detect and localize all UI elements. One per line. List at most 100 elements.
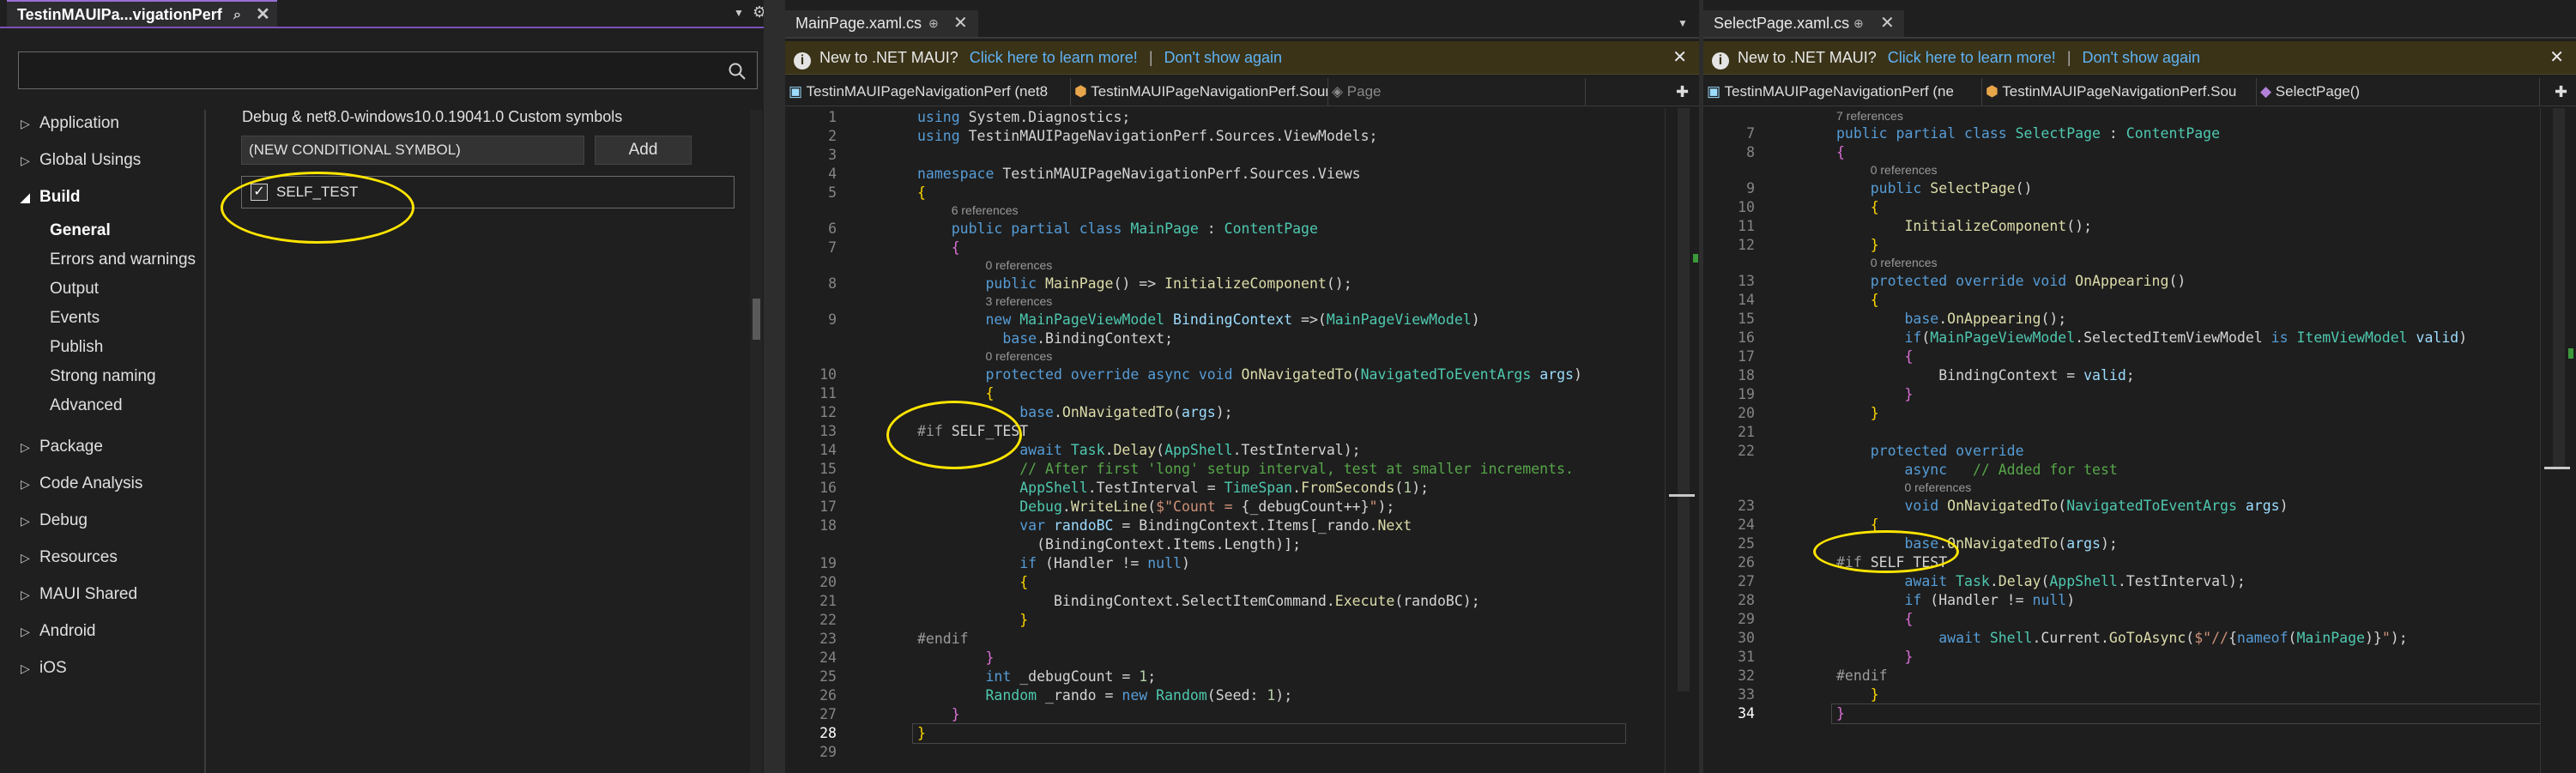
code-line[interactable]: public MainPage() => InitializeComponent…: [917, 275, 1351, 293]
code-line[interactable]: InitializeComponent();: [1836, 217, 2092, 236]
code-line[interactable]: {: [1836, 291, 1879, 310]
codelens-references[interactable]: 0 references: [985, 257, 1052, 274]
new-symbol-input[interactable]: (NEW CONDITIONAL SYMBOL): [241, 136, 584, 165]
split-icon[interactable]: ✚: [2555, 78, 2567, 106]
code-line[interactable]: new MainPageViewModel BindingContext =>(…: [917, 311, 1479, 329]
code-line[interactable]: }: [1836, 648, 1913, 667]
code-line[interactable]: public partial class MainPage : ContentP…: [917, 220, 1318, 239]
code-line[interactable]: async // Added for test: [1836, 461, 2117, 480]
code-line[interactable]: {: [917, 184, 926, 202]
code-line[interactable]: if (Handler != null): [917, 554, 1190, 573]
nav-item-application[interactable]: ▷ Application: [21, 114, 119, 133]
nav-item-package[interactable]: ▷ Package: [21, 438, 103, 456]
close-icon[interactable]: ✕: [953, 10, 968, 37]
code-line[interactable]: base.BindingContext;: [917, 329, 1173, 348]
add-symbol-button[interactable]: Add: [595, 136, 692, 165]
nav-item-resources[interactable]: ▷ Resources: [21, 548, 118, 567]
code-line[interactable]: {: [917, 239, 960, 257]
dont-show-again-link[interactable]: Don't show again: [1164, 49, 1283, 66]
close-icon[interactable]: ✕: [256, 2, 270, 28]
code-line[interactable]: protected override void OnAppearing(): [1836, 272, 2186, 291]
expand-chevron-icon[interactable]: ▷: [21, 440, 39, 455]
member-dropdown[interactable]: ◆ SelectPage(): [2257, 78, 2540, 106]
code-line[interactable]: (BindingContext.Items.Length)];: [917, 535, 1301, 554]
code-line[interactable]: }: [1836, 685, 1879, 704]
close-icon[interactable]: ✕: [1672, 41, 1687, 74]
pin-icon[interactable]: ⌕: [233, 2, 241, 28]
type-dropdown[interactable]: ⬢ TestinMAUIPageNavigationPerf.Sou: [1982, 78, 2257, 106]
code-line[interactable]: BindingContext = valid;: [1836, 366, 2135, 385]
codelens-references[interactable]: 0 references: [1871, 161, 1938, 178]
nav-item-general[interactable]: General: [50, 221, 111, 240]
codelens-references[interactable]: 3 references: [985, 293, 1052, 310]
expand-chevron-icon[interactable]: ▷: [21, 625, 39, 639]
code-line[interactable]: using TestinMAUIPageNavigationPerf.Sourc…: [917, 127, 1377, 146]
nav-item-events[interactable]: Events: [50, 309, 100, 328]
code-line[interactable]: #endif: [917, 630, 969, 649]
vertical-scrollbar[interactable]: [1665, 108, 1700, 773]
scrollbar-thumb[interactable]: [753, 299, 760, 340]
panel-scrollbar[interactable]: [750, 110, 762, 773]
tab-project-properties[interactable]: TestinMAUIPa...vigationPerf ⌕ ✕: [7, 0, 277, 27]
code-line[interactable]: if (Handler != null): [1836, 591, 2075, 610]
nav-item-build[interactable]: ◢ Build: [21, 188, 81, 207]
nav-item-global-usings[interactable]: ▷ Global Usings: [21, 151, 141, 170]
code-line[interactable]: #endif: [1836, 667, 1888, 685]
expand-chevron-icon[interactable]: ▷: [21, 154, 39, 168]
expand-chevron-icon[interactable]: ▷: [21, 588, 39, 602]
tab-overflow-dropdown-icon[interactable]: ▼: [1678, 17, 1688, 29]
nav-item-errors-warnings[interactable]: Errors and warnings: [50, 251, 196, 269]
learn-more-link[interactable]: Click here to learn more!: [970, 49, 1138, 66]
codelens-references[interactable]: 0 references: [1871, 254, 1938, 271]
close-icon[interactable]: ✕: [2549, 41, 2564, 74]
tab-mainpage[interactable]: MainPage.xaml.cs ⊕ ✕: [785, 10, 978, 37]
code-line[interactable]: {: [917, 573, 1028, 592]
codelens-references[interactable]: 6 references: [952, 202, 1019, 219]
code-line[interactable]: BindingContext.SelectItemCommand.Execute…: [917, 592, 1480, 611]
code-area[interactable]: 7 references 7 public partial class Select…: [1703, 108, 2545, 773]
code-line[interactable]: }: [1836, 385, 1913, 404]
code-line[interactable]: public SelectPage(): [1836, 179, 2033, 198]
code-line[interactable]: public partial class SelectPage : Conten…: [1836, 124, 2220, 143]
nav-item-publish[interactable]: Publish: [50, 338, 103, 357]
tab-selectpage[interactable]: SelectPage.xaml.cs ⊕ ✕: [1703, 10, 1904, 37]
preview-tab-icon[interactable]: ⊕: [1853, 10, 1864, 37]
close-icon[interactable]: ✕: [1880, 10, 1895, 37]
project-dropdown[interactable]: ▣ TestinMAUIPageNavigationPerf (ne: [1703, 78, 1982, 106]
code-line[interactable]: protected override async void OnNavigate…: [917, 365, 1581, 384]
nav-item-code-analysis[interactable]: ▷ Code Analysis: [21, 474, 142, 493]
tab-overflow-dropdown-icon[interactable]: ▼: [734, 7, 744, 19]
code-line[interactable]: protected override: [1836, 442, 2024, 461]
code-line[interactable]: int _debugCount = 1;: [917, 667, 1156, 686]
code-line[interactable]: }: [1836, 404, 1879, 423]
code-line[interactable]: if(MainPageViewModel.SelectedItemViewMod…: [1836, 329, 2467, 347]
codelens-references[interactable]: 0 references: [985, 347, 1052, 365]
code-line[interactable]: }: [917, 611, 1028, 630]
expand-chevron-icon[interactable]: ▷: [21, 117, 39, 131]
search-box[interactable]: [18, 51, 758, 89]
learn-more-link[interactable]: Click here to learn more!: [1888, 49, 2056, 66]
nav-item-strong-naming[interactable]: Strong naming: [50, 367, 156, 386]
code-line[interactable]: await Task.Delay(AppShell.TestInterval);: [1836, 572, 2245, 591]
project-dropdown[interactable]: ▣ TestinMAUIPageNavigationPerf (net8: [785, 78, 1071, 106]
member-dropdown[interactable]: ◈ Page: [1328, 78, 1586, 106]
preview-tab-icon[interactable]: ⊕: [928, 10, 939, 37]
code-line[interactable]: Debug.WriteLine($"Count = {_debugCount++…: [917, 498, 1394, 516]
dont-show-again-link[interactable]: Don't show again: [2083, 49, 2201, 66]
code-line[interactable]: {: [1836, 347, 1913, 366]
expand-chevron-icon[interactable]: ▷: [21, 514, 39, 528]
code-line[interactable]: namespace TestinMAUIPageNavigationPerf.S…: [917, 165, 1361, 184]
nav-item-output[interactable]: Output: [50, 280, 99, 299]
code-line[interactable]: // After first 'long' setup interval, te…: [917, 460, 1574, 479]
code-line[interactable]: }: [917, 649, 994, 667]
expand-chevron-icon[interactable]: ▷: [21, 551, 39, 565]
type-dropdown[interactable]: ⬢ TestinMAUIPageNavigationPerf.Sourc: [1071, 78, 1328, 106]
code-line[interactable]: var randoBC = BindingContext.Items[_rand…: [917, 516, 1412, 535]
code-line[interactable]: using System.Diagnostics;: [917, 108, 1130, 127]
nav-item-android[interactable]: ▷ Android: [21, 622, 96, 641]
code-line[interactable]: }: [917, 705, 960, 724]
code-line[interactable]: void OnNavigatedTo(NavigatedToEventArgs …: [1836, 497, 2288, 516]
code-line[interactable]: AppShell.TestInterval = TimeSpan.FromSec…: [917, 479, 1429, 498]
collapse-chevron-icon[interactable]: ◢: [21, 190, 39, 205]
search-icon[interactable]: [728, 62, 747, 81]
